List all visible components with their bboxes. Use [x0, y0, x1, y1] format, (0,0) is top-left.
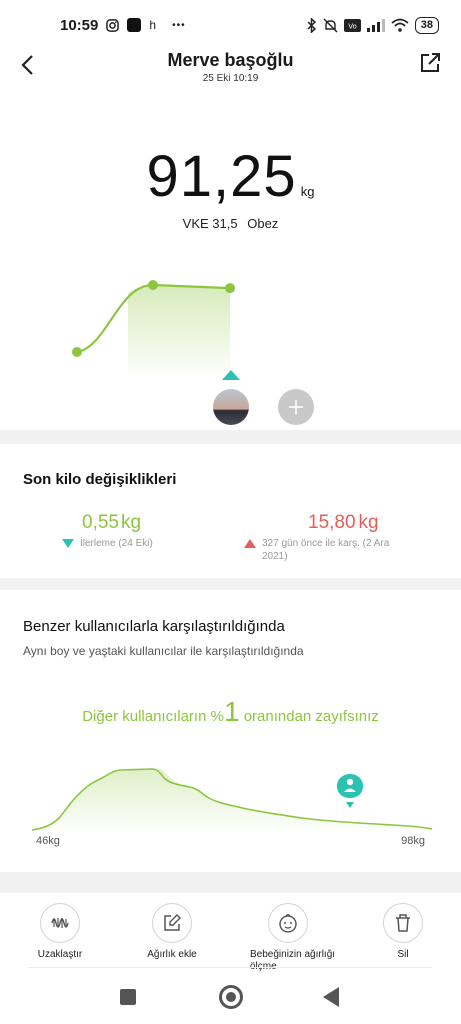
long-term-change-unit: kg [358, 512, 379, 533]
edit-icon [164, 914, 181, 931]
headline-prefix: Diğer kullanıcıların % [82, 708, 224, 725]
selected-pointer-icon [222, 370, 240, 380]
header: Merve başoğlu 25 Eki 10:19 [0, 40, 461, 130]
trend-point-1[interactable] [148, 280, 158, 291]
weight-changes-card: Son kilo değişiklikleri 0,55 kg İlerleme … [0, 444, 461, 578]
trash-icon [396, 914, 410, 932]
baby-icon [279, 913, 297, 933]
recent-change-note: İlerleme (24 Eki) [80, 538, 153, 549]
comparison-headline: Diğer kullanıcıların %1 oranından zayıfs… [0, 696, 461, 728]
axis-max-label: 98kg [401, 835, 425, 847]
headline-suffix: oranından zayıfsınız [239, 708, 379, 725]
share-icon [421, 53, 440, 72]
axis-min-label: 46kg [36, 835, 60, 847]
battery-icon: 38 [414, 16, 439, 34]
app-icon [127, 18, 142, 32]
baby-weight-button[interactable]: Bebeğinizin ağırlığı ölçme [238, 903, 338, 973]
instagram-icon [106, 18, 120, 32]
comparison-card: Benzer kullanıcılarla karşılaştırıldığın… [0, 590, 461, 872]
user-position-marker-icon [337, 774, 363, 808]
delete-label: Sil [397, 949, 409, 960]
increase-arrow-icon [244, 539, 256, 548]
waveform-icon [51, 918, 69, 928]
back-nav-button[interactable] [323, 987, 339, 1007]
bottom-bar: Uzaklaştır Ağırlık ekle Bebeğinizin ağır… [0, 893, 461, 1024]
home-nav-button[interactable] [219, 985, 243, 1009]
decrease-arrow-icon [62, 539, 74, 548]
recent-change-value: 0,55 [82, 512, 119, 533]
recent-change: 0,55 kg İlerleme (24 Eki) [62, 512, 153, 550]
bmi-line: VKE 31,5 Obez [0, 216, 461, 231]
weight-trend-chart[interactable] [0, 240, 461, 380]
comparison-title: Benzer kullanıcılarla karşılaştırıldığın… [23, 618, 285, 635]
add-user-button[interactable] [278, 389, 314, 425]
page-title: Merve başoğlu [167, 50, 294, 70]
add-weight-label: Ağırlık ekle [147, 949, 197, 960]
trend-point-2[interactable] [225, 283, 235, 294]
section-title: Son kilo değişiklikleri [23, 471, 177, 488]
long-term-change-value: 15,80 [308, 512, 356, 533]
zoom-out-button[interactable]: Uzaklaştır [10, 903, 110, 961]
recents-nav-button[interactable] [120, 989, 136, 1005]
long-term-change-note: 327 gün önce ile karş. (2 Ara 2021) [262, 538, 390, 562]
share-button[interactable] [419, 52, 445, 78]
comparison-subtitle: Aynı boy ve yaştaki kullanıcılar ile kar… [23, 644, 304, 658]
trend-point-0[interactable] [72, 347, 82, 357]
baby-weight-label: Bebeğinizin ağırlığı ölçme [250, 949, 336, 972]
volte-icon: Vo [343, 18, 361, 32]
long-term-change: 15,80 kg 327 gün önce ile karş. (2 Ara 20… [244, 512, 442, 563]
distribution-chart [31, 768, 433, 831]
signal-icon [366, 18, 385, 32]
weight-unit: kg [300, 184, 315, 199]
divider [28, 967, 432, 968]
headline-number: 1 [223, 696, 240, 727]
distribution-area [32, 769, 432, 831]
more-icon: ••• [172, 19, 186, 31]
zoom-out-label: Uzaklaştır [37, 949, 83, 960]
status-time: 10:59 [60, 16, 99, 34]
delete-button[interactable]: Sil [353, 903, 453, 961]
svg-text:Vo: Vo [348, 22, 357, 30]
recent-change-unit: kg [120, 512, 142, 533]
h-icon: h [149, 18, 157, 32]
mute-icon [323, 18, 338, 33]
trend-area [128, 285, 230, 380]
weight-value: 91,25 [146, 144, 297, 209]
measurement-date: 25 Eki 10:19 [202, 73, 259, 84]
wifi-icon [391, 18, 409, 32]
bmi-value: VKE 31,5 [182, 216, 238, 231]
add-weight-button[interactable]: Ağırlık ekle [122, 903, 222, 961]
avatar[interactable] [213, 389, 249, 425]
bluetooth-icon [307, 17, 317, 33]
plus-icon [289, 400, 303, 414]
bmi-status: Obez [247, 216, 279, 231]
weight-card: 91,25 kg VKE 31,5 Obez [0, 130, 461, 430]
